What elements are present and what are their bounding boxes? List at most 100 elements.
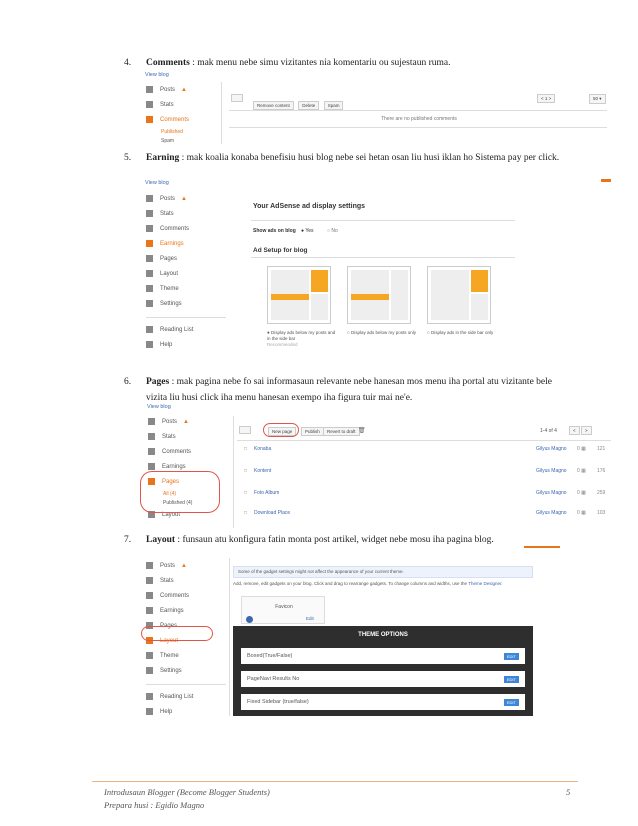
comments-icon — [146, 116, 153, 123]
sidebar-item-pages[interactable]: Pages — [146, 251, 226, 266]
sidebar-item-reading-list[interactable]: Reading List — [146, 322, 226, 337]
list-item-pages: 6. Pages : mak pagina nebe fo sai inform… — [124, 374, 584, 406]
preview-post-ad — [271, 294, 309, 300]
sidebar-item-comments[interactable]: Comments — [146, 588, 226, 603]
comments-icon — [146, 592, 153, 599]
radio-yes[interactable]: ● Yes — [301, 228, 314, 234]
page-title-link[interactable]: Konaba — [254, 446, 271, 452]
next-button[interactable]: > — [581, 426, 592, 435]
row-checkbox[interactable]: □ — [244, 468, 247, 474]
row-checkbox[interactable]: □ — [244, 510, 247, 516]
edit-button[interactable]: EDIT — [503, 652, 519, 660]
item-title: Comments — [146, 58, 190, 68]
edit-button[interactable]: EDIT — [503, 698, 519, 706]
sidebar-item-settings[interactable]: Settings — [146, 296, 226, 311]
radio-no[interactable]: ○ No — [327, 228, 338, 234]
spam-button[interactable]: Spam — [323, 101, 344, 110]
option-label: Display ads in the side bar only — [430, 330, 494, 335]
table-row[interactable]: □ Foto Album Gilyus Magno 0 ▦ 259 — [244, 490, 614, 510]
comments-icon — [146, 225, 153, 232]
sidebar-item-stats[interactable]: Stats — [146, 97, 216, 112]
row-checkbox[interactable]: □ — [244, 490, 247, 496]
option-label: Display ads below my posts only — [350, 330, 416, 335]
sidebar: Posts ▲ Stats Comments Published Spam — [146, 82, 216, 145]
ad-option-side[interactable]: ○ Display ads in the side bar only — [427, 330, 497, 336]
page-author: Gilyus Magno — [536, 490, 567, 496]
dollar-icon — [146, 607, 153, 614]
page-title-link[interactable]: Kontent — [254, 468, 271, 474]
trash-icon[interactable]: 🗑 — [358, 427, 366, 434]
table-row[interactable]: □ Kontent Gilyus Magno 0 ▦ 176 — [244, 468, 614, 488]
view-blog-link[interactable]: View blog — [145, 180, 169, 186]
select-checkbox[interactable] — [231, 94, 243, 102]
preview-side — [391, 270, 408, 320]
sidebar-item-posts[interactable]: Posts ▲ — [146, 558, 226, 573]
ad-option-both[interactable]: ● Display ads below my posts and in the … — [267, 330, 337, 348]
table-row[interactable]: □ Konaba Gilyus Magno 0 ▦ 121 — [244, 446, 614, 466]
prev-button[interactable]: < — [569, 426, 580, 435]
comments-count-icon: 0 ▦ — [577, 446, 586, 452]
revert-draft-button[interactable]: Revert to draft — [323, 427, 360, 436]
theme-designer-link[interactable]: Theme Designer. — [468, 581, 502, 586]
sidebar-item-earnings[interactable]: Earnings — [146, 603, 226, 618]
stats-icon — [148, 433, 155, 440]
divider — [237, 440, 611, 441]
page-title-link[interactable]: Foto Album — [254, 490, 279, 496]
sidebar-item-stats[interactable]: Stats — [146, 206, 226, 221]
sidebar-sub-spam[interactable]: Spam — [146, 136, 216, 145]
pagination[interactable]: < 1 > — [537, 94, 556, 103]
divider — [233, 416, 234, 528]
sidebar-item-comments[interactable]: Comments — [146, 221, 226, 236]
ad-option-posts[interactable]: ○ Display ads below my posts only — [347, 330, 417, 336]
dollar-icon — [146, 240, 153, 247]
sidebar-sub-published[interactable]: Published — [146, 127, 216, 136]
sidebar-item-posts[interactable]: Posts ▲ — [146, 82, 216, 97]
per-page-select[interactable]: 50 ▾ — [589, 94, 606, 104]
sidebar-item-earnings[interactable]: Earnings — [146, 236, 226, 251]
sidebar-item-theme[interactable]: Theme — [146, 648, 226, 663]
sidebar-item-posts[interactable]: Posts ▲ — [146, 191, 226, 206]
ad-layout-preview-side[interactable] — [427, 266, 491, 324]
sidebar-item-layout[interactable]: Layout — [146, 266, 226, 281]
view-count: 121 — [597, 446, 606, 452]
page-title-link[interactable]: Download Place — [254, 510, 290, 516]
view-blog-link[interactable]: View blog — [147, 404, 171, 410]
preview-side-ad — [311, 270, 328, 292]
favicon-label: Favicon — [275, 604, 293, 610]
comments-screenshot: View blog Posts ▲ Stats Comments Publishe… — [141, 72, 609, 144]
sidebar-item-posts[interactable]: Posts ▲ — [148, 414, 228, 429]
remove-content-button[interactable]: Remove content — [253, 101, 294, 110]
view-count: 103 — [597, 510, 606, 516]
view-count: 259 — [597, 490, 606, 496]
sidebar-item-stats[interactable]: Stats — [146, 573, 226, 588]
sidebar-item-reading-list[interactable]: Reading List — [146, 689, 226, 704]
sidebar-item-theme[interactable]: Theme — [146, 281, 226, 296]
sidebar-item-help[interactable]: Help — [146, 337, 226, 352]
sidebar-label: Earnings — [162, 463, 186, 470]
ad-layout-preview-posts[interactable] — [347, 266, 411, 324]
ad-layout-preview-both[interactable] — [267, 266, 331, 324]
preview-side — [311, 294, 328, 320]
row-checkbox[interactable]: □ — [244, 446, 247, 452]
publish-button[interactable]: Publish — [301, 427, 324, 436]
delete-button[interactable]: Delete — [298, 101, 320, 110]
radio-label: Yes — [305, 228, 314, 234]
bell-icon: ▲ — [181, 195, 187, 202]
sidebar-item-stats[interactable]: Stats — [148, 429, 228, 444]
view-blog-link[interactable]: View blog — [145, 72, 169, 78]
divider — [229, 110, 607, 111]
edit-button[interactable]: EDIT — [503, 675, 519, 683]
bookmark-icon — [146, 326, 153, 333]
sidebar-item-settings[interactable]: Settings — [146, 663, 226, 678]
table-row[interactable]: □ Download Place Gilyus Magno 0 ▦ 103 — [244, 510, 614, 528]
sidebar-item-comments[interactable]: Comments — [148, 444, 228, 459]
bell-icon: ▲ — [181, 86, 187, 93]
select-checkbox[interactable] — [239, 426, 251, 434]
sidebar-item-help[interactable]: Help — [146, 704, 226, 719]
favicon-gadget[interactable]: Favicon Edit — [241, 596, 325, 624]
divider — [146, 684, 226, 685]
edit-link[interactable]: Edit — [306, 616, 314, 621]
sidebar-label: Posts — [162, 418, 178, 425]
item-number: 5. — [124, 153, 132, 163]
sidebar-item-comments[interactable]: Comments — [146, 112, 216, 127]
